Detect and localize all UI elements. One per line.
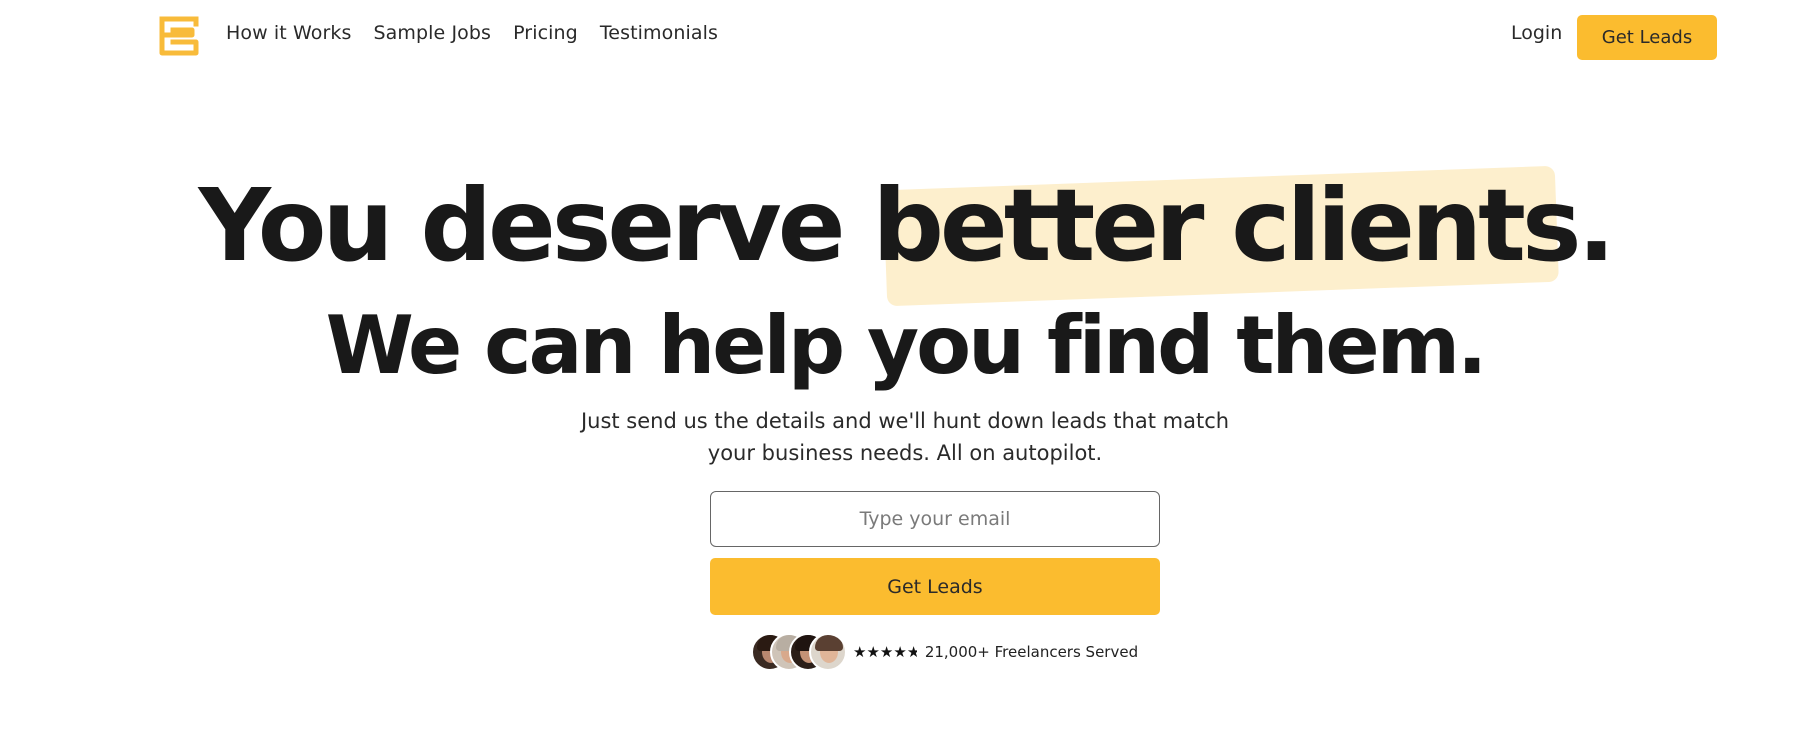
nav-link-sample-jobs[interactable]: Sample Jobs [373, 22, 491, 44]
nav-links: How it Works Sample Jobs Pricing Testimo… [226, 22, 718, 44]
social-proof: ★ ★ ★ ★ ★ 21,000+ Freelancers Served [751, 633, 1138, 671]
hero-subheadline: We can help you find them. [325, 299, 1488, 392]
top-navigation: How it Works Sample Jobs Pricing Testimo… [0, 0, 1810, 75]
star-icon: ★ [866, 642, 880, 661]
avatar [809, 633, 847, 671]
nav-get-leads-button[interactable]: Get Leads [1577, 15, 1717, 60]
login-link[interactable]: Login [1511, 22, 1562, 44]
email-input[interactable] [710, 491, 1160, 547]
get-leads-button[interactable]: Get Leads [710, 558, 1160, 615]
star-icon: ★ [893, 642, 907, 661]
nav-link-testimonials[interactable]: Testimonials [600, 22, 718, 44]
nav-link-pricing[interactable]: Pricing [513, 22, 578, 44]
brand-logo-icon[interactable] [159, 16, 199, 56]
headline-plain-text: You deserve [198, 167, 873, 284]
freelancers-served-text: 21,000+ Freelancers Served [924, 643, 1139, 661]
hero-description: Just send us the details and we'll hunt … [580, 409, 1230, 465]
half-star-icon: ★ [906, 644, 917, 660]
hero-headline: You deserve better clients. [0, 166, 1810, 286]
star-icon: ★ [879, 642, 894, 661]
avatar-group [751, 633, 849, 671]
nav-link-how-it-works[interactable]: How it Works [226, 22, 351, 44]
headline-highlight-text: better clients. [872, 167, 1615, 284]
star-icon: ★ [853, 642, 867, 661]
rating-stars: ★ ★ ★ ★ ★ [853, 642, 917, 661]
